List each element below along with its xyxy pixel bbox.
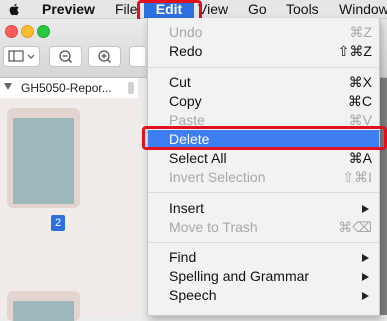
- menu-item-speech[interactable]: Speech: [148, 286, 379, 305]
- menu-item-select-all[interactable]: Select All ⌘A: [148, 149, 379, 168]
- menu-item-label: Paste: [169, 112, 205, 128]
- shortcut-label: ⇧⌘Z: [337, 43, 372, 59]
- document-title: GH5050-Repor...: [21, 81, 112, 95]
- zoom-in-icon: [98, 50, 112, 64]
- menu-file[interactable]: File: [115, 0, 138, 18]
- thumbnail-image: [13, 118, 74, 204]
- submenu-arrow-icon: [362, 205, 369, 213]
- zoom-in-button[interactable]: [88, 46, 121, 67]
- menu-item-label: Undo: [169, 24, 203, 40]
- menu-item-redo[interactable]: Redo ⇧⌘Z: [148, 42, 379, 61]
- menu-item-cut[interactable]: Cut ⌘X: [148, 73, 379, 92]
- submenu-arrow-icon: [362, 254, 369, 262]
- zoom-window-button[interactable]: [37, 25, 50, 38]
- disclosure-triangle-icon[interactable]: [4, 83, 12, 90]
- menu-item-label: Copy: [169, 93, 202, 109]
- app-name[interactable]: Preview: [42, 0, 95, 18]
- menu-item-paste[interactable]: Paste ⌘V: [148, 111, 379, 130]
- shortcut-label: ⌘V: [348, 112, 372, 128]
- thumbnail-sidebar: GH5050-Repor... 2: [0, 78, 138, 321]
- page-number-badge: 2: [51, 215, 65, 231]
- menu-bar: Preview File Edit View Go Tools Window: [0, 0, 387, 19]
- menu-item-find[interactable]: Find: [148, 248, 379, 267]
- menu-item-label: Insert: [169, 200, 205, 216]
- sidebar-toggle-button[interactable]: [3, 46, 40, 67]
- menu-item-label: Select All: [169, 150, 227, 166]
- menu-item-copy[interactable]: Copy ⌘C: [148, 92, 379, 111]
- page-thumbnail[interactable]: [7, 291, 80, 321]
- zoom-out-icon: [59, 50, 73, 64]
- menu-window[interactable]: Window: [339, 0, 387, 18]
- menu-item-invert-selection[interactable]: Invert Selection ⇧⌘I: [148, 168, 379, 187]
- menu-item-label: Move to Trash: [169, 219, 258, 235]
- menu-view[interactable]: View: [198, 0, 228, 18]
- shortcut-label: ⌘⌫: [338, 219, 372, 235]
- menu-item-spelling-and-grammar[interactable]: Spelling and Grammar: [148, 267, 379, 286]
- close-window-button[interactable]: [5, 25, 18, 38]
- menu-separator: [148, 192, 379, 193]
- sidebar-header[interactable]: GH5050-Repor...: [0, 78, 138, 98]
- menu-item-label: Find: [169, 249, 197, 265]
- minimize-window-button[interactable]: [21, 25, 34, 38]
- shortcut-label: ⌘Z: [349, 24, 372, 40]
- sidebar-icon: [8, 50, 35, 62]
- zoom-out-button[interactable]: [49, 46, 82, 67]
- menu-item-delete[interactable]: Delete: [148, 130, 379, 149]
- menu-item-label: Speech: [169, 287, 217, 303]
- page-thumbnail-selected[interactable]: [7, 108, 80, 208]
- menu-separator: [148, 67, 379, 68]
- menu-separator: [148, 242, 379, 243]
- apple-icon[interactable]: [8, 3, 20, 16]
- shortcut-label: ⌘X: [348, 74, 372, 90]
- menu-item-label: Delete: [169, 131, 210, 147]
- menu-go[interactable]: Go: [248, 0, 267, 18]
- submenu-arrow-icon: [362, 292, 369, 300]
- shortcut-label: ⌘C: [347, 93, 372, 109]
- menu-item-label: Redo: [169, 43, 203, 59]
- menu-item-insert[interactable]: Insert: [148, 199, 379, 218]
- edit-menu-dropdown: Undo ⌘Z Redo ⇧⌘Z Cut ⌘X Copy ⌘C Paste ⌘V…: [147, 18, 380, 316]
- shortcut-label: ⇧⌘I: [342, 169, 372, 185]
- menu-item-label: Invert Selection: [169, 169, 266, 185]
- menu-item-label: Spelling and Grammar: [169, 268, 310, 284]
- menu-item-move-to-trash[interactable]: Move to Trash ⌘⌫: [148, 218, 379, 237]
- share-button[interactable]: [129, 46, 145, 67]
- menu-item-undo[interactable]: Undo ⌘Z: [148, 23, 379, 42]
- menu-tools[interactable]: Tools: [286, 0, 319, 18]
- resize-handle[interactable]: [128, 82, 134, 94]
- submenu-arrow-icon: [362, 273, 369, 281]
- menu-edit[interactable]: Edit: [144, 0, 194, 18]
- shortcut-label: ⌘A: [348, 150, 372, 166]
- thumbnail-image: [13, 301, 74, 321]
- menu-item-label: Cut: [169, 74, 191, 90]
